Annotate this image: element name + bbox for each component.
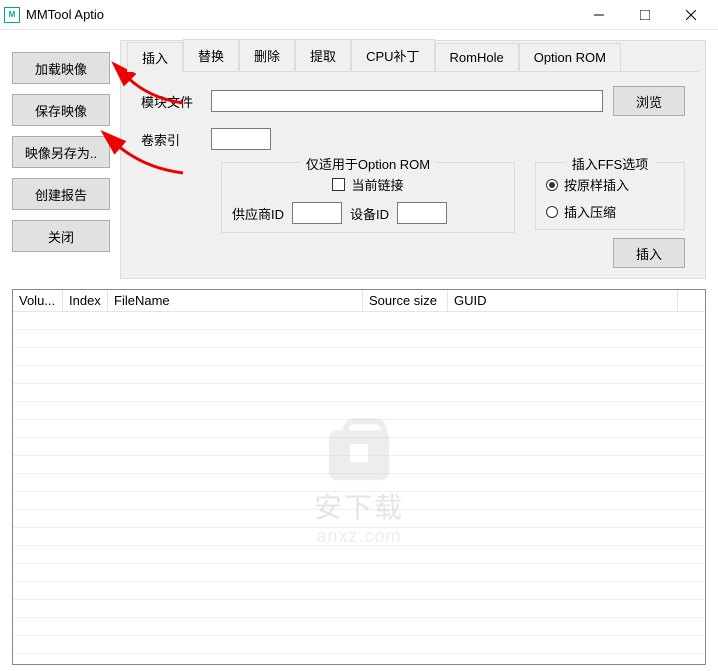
current-link-checkbox[interactable] — [332, 178, 345, 191]
save-image-button[interactable]: 保存映像 — [12, 94, 110, 126]
table-row — [13, 528, 705, 546]
window-controls — [576, 1, 714, 29]
col-spacer — [678, 290, 705, 311]
col-filename[interactable]: FileName — [108, 290, 363, 311]
browse-button[interactable]: 浏览 — [613, 86, 685, 116]
insert-asis-radio[interactable] — [546, 179, 558, 191]
sidebar: 加载映像 保存映像 映像另存为.. 创建报告 关闭 — [12, 40, 110, 279]
option-rom-group: 仅适用于Option ROM 当前链接 供应商ID 设备ID — [221, 162, 515, 233]
table-row — [13, 456, 705, 474]
save-image-as-button[interactable]: 映像另存为.. — [12, 136, 110, 168]
tab-replace[interactable]: 替换 — [183, 39, 239, 71]
minimize-button[interactable] — [576, 1, 622, 29]
window-title: MMTool Aptio — [26, 7, 576, 22]
tab-panel: 插入 替换 删除 提取 CPU补丁 RomHole Option ROM 模块文… — [120, 40, 706, 279]
insert-button[interactable]: 插入 — [613, 238, 685, 268]
table-rows — [13, 312, 705, 664]
device-id-label: 设备ID — [350, 204, 389, 223]
module-file-label: 模块文件 — [141, 92, 201, 111]
col-source-size[interactable]: Source size — [363, 290, 448, 311]
table-row — [13, 600, 705, 618]
ffs-legend: 插入FFS选项 — [566, 154, 655, 173]
col-guid[interactable]: GUID — [448, 290, 678, 311]
volume-index-label: 卷索引 — [141, 130, 201, 149]
vendor-id-input[interactable] — [292, 202, 342, 224]
table-row — [13, 366, 705, 384]
load-image-button[interactable]: 加载映像 — [12, 52, 110, 84]
col-index[interactable]: Index — [63, 290, 108, 311]
table-row — [13, 474, 705, 492]
title-bar: M MMTool Aptio — [0, 0, 718, 30]
table-row — [13, 492, 705, 510]
tab-delete[interactable]: 删除 — [239, 39, 295, 71]
table-row — [13, 420, 705, 438]
table-row — [13, 348, 705, 366]
tab-body: 模块文件 浏览 卷索引 仅适用于Option ROM 当前链接 供应商ID — [127, 71, 699, 278]
tab-romhole[interactable]: RomHole — [435, 43, 519, 71]
tab-strip: 插入 替换 删除 提取 CPU补丁 RomHole Option ROM — [121, 41, 705, 71]
table-row — [13, 618, 705, 636]
volume-index-input[interactable] — [211, 128, 271, 150]
tab-insert[interactable]: 插入 — [127, 42, 183, 72]
module-file-input[interactable] — [211, 90, 603, 112]
table-row — [13, 330, 705, 348]
device-id-input[interactable] — [397, 202, 447, 224]
tab-extract[interactable]: 提取 — [295, 39, 351, 71]
option-rom-legend: 仅适用于Option ROM — [300, 154, 436, 173]
table-row — [13, 312, 705, 330]
table-row — [13, 636, 705, 654]
insert-asis-label: 按原样插入 — [564, 175, 629, 194]
table-row — [13, 546, 705, 564]
col-volume[interactable]: Volu... — [13, 290, 63, 311]
table-row — [13, 402, 705, 420]
table-row — [13, 384, 705, 402]
insert-compressed-label: 插入压缩 — [564, 202, 616, 221]
table-row — [13, 564, 705, 582]
table-row — [13, 438, 705, 456]
table-row — [13, 510, 705, 528]
close-button[interactable] — [668, 1, 714, 29]
current-link-label: 当前链接 — [351, 175, 403, 194]
maximize-button[interactable] — [622, 1, 668, 29]
create-report-button[interactable]: 创建报告 — [12, 178, 110, 210]
module-table[interactable]: Volu... Index FileName Source size GUID … — [12, 289, 706, 665]
tab-cpu-patch[interactable]: CPU补丁 — [351, 39, 434, 71]
close-app-button[interactable]: 关闭 — [12, 220, 110, 252]
ffs-options-group: 插入FFS选项 按原样插入 插入压缩 — [535, 162, 685, 230]
insert-compressed-radio[interactable] — [546, 206, 558, 218]
table-row — [13, 582, 705, 600]
tab-option-rom[interactable]: Option ROM — [519, 43, 621, 71]
main-area: 加载映像 保存映像 映像另存为.. 创建报告 关闭 插入 替换 删除 提取 CP… — [0, 30, 718, 285]
vendor-id-label: 供应商ID — [232, 204, 284, 223]
app-icon: M — [4, 7, 20, 23]
table-header: Volu... Index FileName Source size GUID — [13, 290, 705, 312]
